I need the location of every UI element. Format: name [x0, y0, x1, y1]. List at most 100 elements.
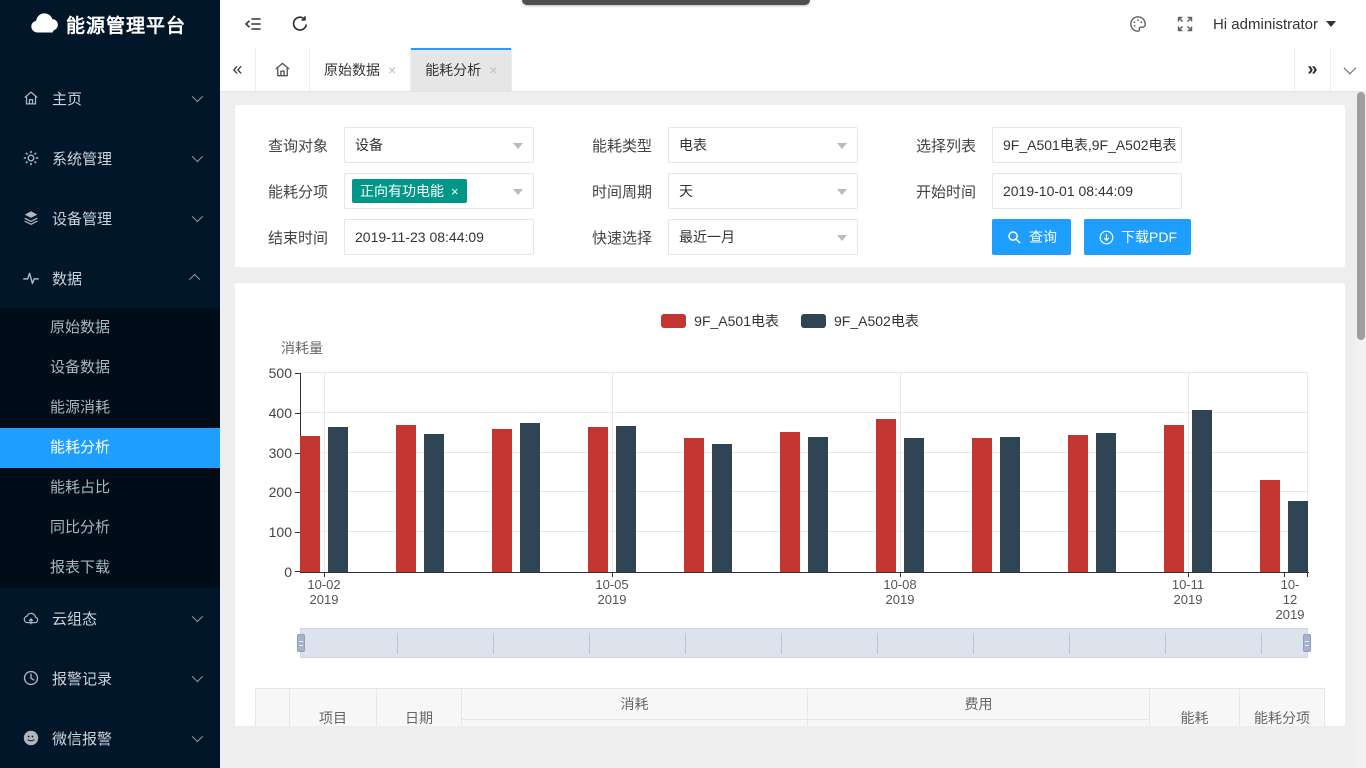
group-subheader — [462, 719, 807, 726]
user-greeting: Hi administrator — [1213, 16, 1318, 33]
select-value: 电表 — [679, 135, 707, 155]
sidebar-item-device-management[interactable]: 设备管理 — [0, 188, 220, 248]
end-time-input[interactable]: 2019-11-23 08:44:09 — [344, 219, 534, 255]
bar-9F_A502电表-10-11 — [1192, 410, 1212, 572]
sidebar-item-energy-analysis[interactable]: 能耗分析 — [0, 428, 220, 468]
quick-select[interactable]: 最近一月 — [668, 219, 858, 255]
home-icon — [273, 60, 292, 79]
app-title: 能源管理平台 — [66, 11, 186, 38]
scrollbar-thumb[interactable] — [1357, 92, 1365, 340]
chevron-down-icon — [192, 211, 203, 222]
energy-type-select[interactable]: 电表 — [668, 127, 858, 163]
search-icon — [1006, 229, 1023, 246]
sidebar-item-alarm-records[interactable]: 报警记录 — [0, 648, 220, 708]
chevron-down-icon — [513, 189, 523, 200]
pulse-icon — [22, 269, 40, 287]
y-gridline — [301, 412, 1308, 413]
tab-label: 能耗分析 — [425, 60, 481, 80]
sidebar-item-energy-ratio[interactable]: 能耗占比 — [0, 468, 220, 508]
app-window: 能源管理平台 主页系统管理设备管理数据原始数据设备数据能源消耗能耗分析能耗占比同… — [0, 0, 1366, 768]
tab-raw-data[interactable]: 原始数据 × — [310, 48, 411, 91]
bar-chart: 010020030040050010-02201910-05201910-082… — [300, 373, 1308, 572]
sidebar-item-raw-data[interactable]: 原始数据 — [0, 308, 220, 348]
bar-9F_A501电表-10-06 — [684, 438, 704, 572]
y-tick-label: 400 — [254, 405, 292, 421]
input-value: 9F_A501电表,9F_A502电表 — [1003, 135, 1177, 155]
sidebar-item-device-data[interactable]: 设备数据 — [0, 348, 220, 388]
sidebar-item-yoy-analysis[interactable]: 同比分析 — [0, 508, 220, 548]
bar-9F_A502电表-10-07 — [808, 437, 828, 572]
legend-swatch — [661, 314, 686, 328]
x-tick — [1307, 572, 1308, 577]
start-time-input[interactable]: 2019-10-01 08:44:09 — [992, 173, 1182, 209]
button-label: 下载PDF — [1121, 227, 1177, 247]
slider-handle-right[interactable] — [1303, 634, 1311, 652]
result-table-header: 项目 日期 消耗 费用 能耗 能耗分项 — [255, 688, 1325, 726]
download-icon — [1098, 229, 1115, 246]
filter-row: 查询对象 设备 能耗类型 电表 选择列表 9F_A50 — [236, 127, 1345, 163]
sidebar-item-wechat-alarm[interactable]: 微信报警 — [0, 708, 220, 768]
time-period-select[interactable]: 天 — [668, 173, 858, 209]
y-gridline — [301, 452, 1308, 453]
query-button[interactable]: 查询 — [992, 219, 1071, 255]
field-label: 快速选择 — [560, 227, 668, 248]
home-icon — [22, 89, 40, 107]
x-gridline — [612, 373, 613, 572]
sidebar-item-energy-consumption[interactable]: 能源消耗 — [0, 388, 220, 428]
legend-item-9F_A501电表[interactable]: 9F_A501电表 — [661, 311, 779, 331]
bar-9F_A502电表-10-08 — [904, 438, 924, 572]
sidebar-item-cloud-config[interactable]: 云组态 — [0, 588, 220, 648]
close-icon[interactable]: × — [388, 62, 396, 78]
filter-end-time: 结束时间 2019-11-23 08:44:09 — [236, 219, 560, 255]
datazoom-slider[interactable] — [300, 628, 1308, 658]
legend-label: 9F_A502电表 — [834, 311, 919, 331]
chevron-down-icon — [192, 671, 203, 682]
tabs-scroll-left-button[interactable]: « — [220, 48, 256, 91]
sidebar-item-data[interactable]: 数据 — [0, 248, 220, 308]
bar-9F_A502电表-10-12 — [1288, 501, 1308, 572]
refresh-icon[interactable] — [290, 14, 310, 34]
field-label: 时间周期 — [560, 181, 668, 202]
sidebar-item-label: 数据 — [52, 268, 192, 289]
tabs-menu-button[interactable] — [1330, 48, 1366, 91]
bar-9F_A501电表-10-07 — [780, 432, 800, 572]
tab-home[interactable] — [256, 48, 310, 91]
table-colgroup-cost: 费用 — [808, 688, 1150, 726]
user-menu[interactable]: Hi administrator — [1213, 0, 1336, 48]
tab-label: 原始数据 — [324, 60, 380, 80]
slider-handle-left[interactable] — [297, 634, 305, 652]
table-col-select — [255, 688, 290, 726]
energy-subitem-select[interactable]: 正向有功电能 × — [344, 173, 534, 209]
select-value: 天 — [679, 181, 693, 201]
query-object-select[interactable]: 设备 — [344, 127, 534, 163]
menu-fold-icon[interactable] — [243, 14, 263, 34]
table-col-energy: 能耗 — [1150, 688, 1240, 726]
x-axis-label: 10-022019 — [307, 577, 340, 607]
bar-9F_A501电表-10-09 — [972, 438, 992, 572]
close-icon[interactable]: × — [489, 62, 497, 78]
cloud-logo-icon — [28, 12, 62, 36]
tab-energy-analysis[interactable]: 能耗分析 × — [411, 48, 512, 91]
y-tick-label: 300 — [254, 445, 292, 461]
theme-palette-icon[interactable] — [1128, 14, 1148, 34]
chevron-down-icon — [192, 731, 203, 742]
sidebar-item-report-download[interactable]: 报表下载 — [0, 548, 220, 588]
legend-item-9F_A502电表[interactable]: 9F_A502电表 — [801, 311, 919, 331]
vertical-scrollbar[interactable] — [1356, 92, 1366, 768]
bar-9F_A501电表-10-11 — [1164, 425, 1184, 572]
tabs-scroll-right-button[interactable]: » — [1294, 48, 1330, 91]
tag-close-icon[interactable]: × — [451, 184, 459, 199]
field-label: 开始时间 — [884, 181, 992, 202]
slider-tick — [1261, 633, 1262, 654]
select-list-input[interactable]: 9F_A501电表,9F_A502电表 — [992, 127, 1182, 163]
sidebar-item-system-management[interactable]: 系统管理 — [0, 128, 220, 188]
slider-tick — [397, 633, 398, 654]
filter-row: 能耗分项 正向有功电能 × 时间周期 天 — [236, 173, 1345, 209]
sidebar-item-home[interactable]: 主页 — [0, 68, 220, 128]
download-pdf-button[interactable]: 下载PDF — [1084, 219, 1191, 255]
field-label: 能耗分项 — [236, 181, 344, 202]
input-value: 2019-11-23 08:44:09 — [355, 229, 484, 245]
y-axis-title: 消耗量 — [281, 338, 323, 358]
fullscreen-icon[interactable] — [1175, 14, 1195, 34]
bar-9F_A502电表-10-02 — [328, 427, 348, 572]
